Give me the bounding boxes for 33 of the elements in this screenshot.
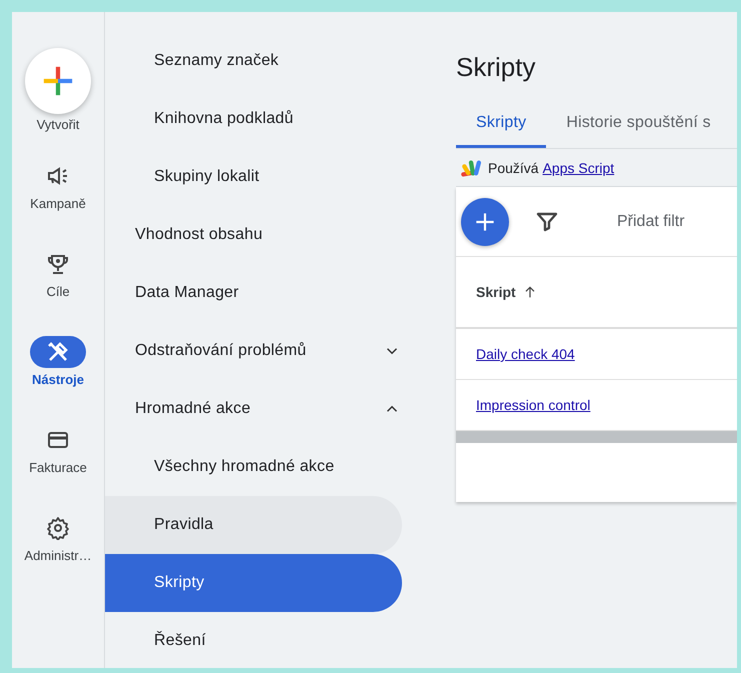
nav-item[interactable]: Skupiny lokalit: [105, 148, 402, 206]
nav-item[interactable]: Seznamy značek: [105, 32, 402, 90]
settings-icon: [46, 516, 70, 540]
page-title: Skripty: [456, 52, 536, 84]
create-label: Vytvořit: [36, 117, 80, 132]
nav-item[interactable]: Odstraňování problémů: [105, 322, 439, 380]
tab[interactable]: Skripty: [456, 104, 546, 148]
nav-item[interactable]: Vhodnost obsahu: [105, 206, 439, 264]
nav-item[interactable]: Řešení: [105, 612, 402, 668]
nav-item[interactable]: Pravidla: [105, 496, 402, 554]
script-link[interactable]: Impression control: [476, 397, 590, 413]
rail-item[interactable]: Nástroje: [32, 372, 84, 387]
column-header[interactable]: Skript: [476, 284, 538, 300]
trophy-icon: [46, 252, 70, 276]
rail-item[interactable]: Kampaně: [30, 196, 86, 211]
selected-pill[interactable]: [30, 336, 86, 368]
nav-item[interactable]: Všechny hromadné akce: [105, 438, 402, 496]
scrollbar[interactable]: [456, 431, 737, 443]
add-button[interactable]: [461, 198, 509, 246]
tab[interactable]: Historie spouštění s: [546, 104, 731, 148]
plus-icon: [41, 64, 75, 98]
nav-item[interactable]: Data Manager: [105, 264, 439, 322]
rail-item[interactable]: Cíle: [46, 284, 70, 299]
powered-by-text: Používá: [488, 160, 539, 176]
rail-item[interactable]: Fakturace: [29, 460, 87, 475]
add-filter-button[interactable]: Přidat filtr: [617, 212, 685, 230]
rail-item[interactable]: Administr…: [24, 548, 92, 563]
nav-item[interactable]: Hromadné akce: [105, 380, 439, 438]
script-link[interactable]: Daily check 404: [476, 346, 575, 362]
create-button[interactable]: [25, 48, 91, 114]
nav-item[interactable]: Skripty: [105, 554, 402, 612]
apps-script-link[interactable]: Apps Script: [542, 160, 614, 176]
nav-item[interactable]: Knihovna podkladů: [105, 90, 402, 148]
